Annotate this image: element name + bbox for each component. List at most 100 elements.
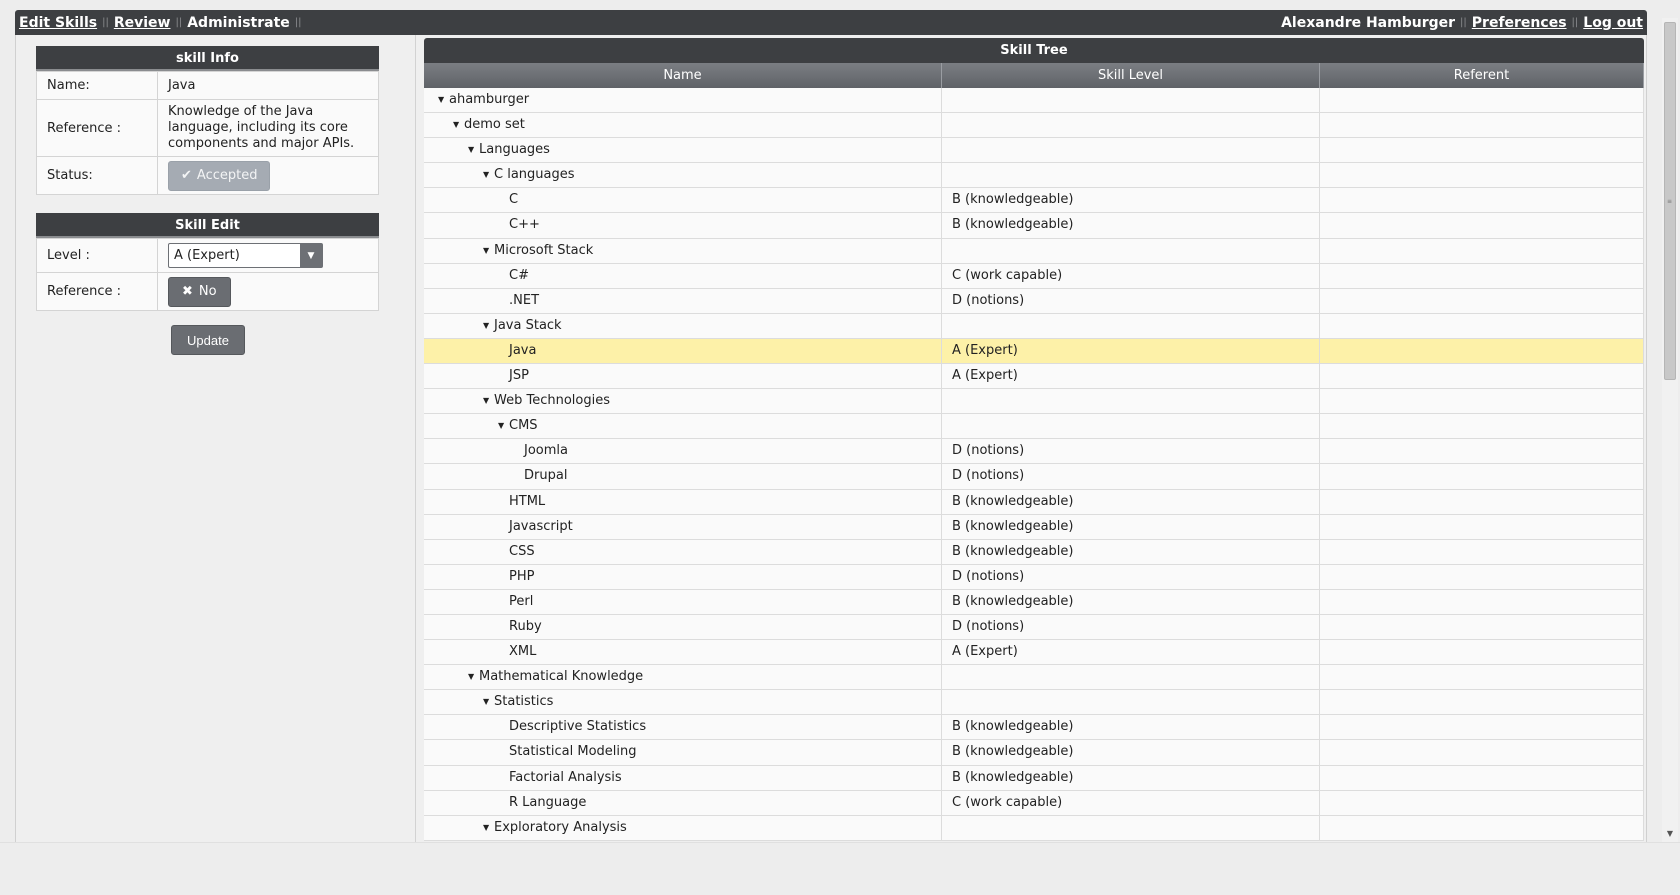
tree-node-label[interactable]: Joomla <box>524 443 568 458</box>
logout-link[interactable]: Log out <box>1583 15 1643 31</box>
tree-cell-name: Joomla <box>424 439 942 464</box>
top-navigation-bar: Edit Skills || Review || Administrate ||… <box>15 10 1647 35</box>
tree-row[interactable]: JSP A (Expert) <box>424 364 1644 390</box>
tree-row[interactable]: ▼ Java Stack <box>424 313 1644 339</box>
preferences-link[interactable]: Preferences <box>1472 15 1567 31</box>
tree-node-label[interactable]: Ruby <box>509 619 542 634</box>
tree-node-label[interactable]: R Language <box>509 795 586 810</box>
triangle-down-icon[interactable]: ▼ <box>498 414 509 438</box>
column-header-skill-level[interactable]: Skill Level <box>942 63 1320 88</box>
column-header-referent[interactable]: Referent <box>1320 63 1644 88</box>
tree-node-label[interactable]: CSS <box>509 544 535 559</box>
nav-edit-skills[interactable]: Edit Skills <box>19 15 97 31</box>
tree-row[interactable]: .NET D (notions) <box>424 288 1644 314</box>
tree-row[interactable]: ▼ Mathematical Knowledge <box>424 665 1644 691</box>
column-header-name[interactable]: Name <box>424 63 942 88</box>
reference-toggle-button[interactable]: ✖ No <box>168 276 231 307</box>
tree-cell-name: ▼ Statistics <box>424 690 942 715</box>
tree-row[interactable]: ▼ Languages <box>424 138 1644 164</box>
tree-row[interactable]: C++ B (knowledgeable) <box>424 213 1644 239</box>
tree-cell-referent <box>1320 815 1644 840</box>
nav-review[interactable]: Review <box>114 15 171 31</box>
tree-node-label[interactable]: CMS <box>509 418 538 433</box>
tree-node-label[interactable]: C++ <box>509 217 540 232</box>
tree-row[interactable]: ▼ Statistics <box>424 690 1644 716</box>
chevron-down-icon[interactable]: ▼ <box>300 244 322 267</box>
tree-node-label[interactable]: Exploratory Analysis <box>494 820 627 835</box>
tree-node-label[interactable]: demo set <box>464 117 525 132</box>
tree-node-label[interactable]: Javascript <box>509 519 573 534</box>
tree-node-label[interactable]: Statistics <box>494 694 553 709</box>
triangle-down-icon[interactable]: ▼ <box>483 163 494 187</box>
tree-row[interactable]: C B (knowledgeable) <box>424 188 1644 214</box>
tree-row[interactable]: ▼ demo set <box>424 113 1644 139</box>
tree-row[interactable]: R Language C (work capable) <box>424 790 1644 816</box>
triangle-down-icon[interactable]: ▼ <box>483 816 494 840</box>
tree-row[interactable]: Javascript B (knowledgeable) <box>424 514 1644 540</box>
tree-row[interactable]: CSS B (knowledgeable) <box>424 539 1644 565</box>
tree-row[interactable]: HTML B (knowledgeable) <box>424 489 1644 515</box>
tree-cell-skill-level <box>942 665 1320 690</box>
tree-node-label[interactable]: Mathematical Knowledge <box>479 669 643 684</box>
tree-row[interactable]: ▼ Microsoft Stack <box>424 238 1644 264</box>
tree-node-label[interactable]: Microsoft Stack <box>494 243 593 258</box>
tree-node-label[interactable]: HTML <box>509 494 545 509</box>
tree-cell-referent <box>1320 113 1644 138</box>
tree-row[interactable]: Descriptive Statistics B (knowledgeable) <box>424 715 1644 741</box>
triangle-down-icon[interactable]: ▼ <box>468 138 479 162</box>
tree-cell-name: ▼ CMS <box>424 414 942 439</box>
tree-node-label[interactable]: Languages <box>479 142 550 157</box>
tree-cell-skill-level <box>942 88 1320 113</box>
tree-row[interactable]: Perl B (knowledgeable) <box>424 589 1644 615</box>
tree-row[interactable]: Statistical Modeling B (knowledgeable) <box>424 740 1644 766</box>
tree-row[interactable]: ▼ CMS <box>424 414 1644 440</box>
tree-row[interactable]: ▼ C languages <box>424 163 1644 189</box>
scroll-down-icon[interactable]: ▼ <box>1662 826 1678 842</box>
level-select[interactable]: A (Expert) ▼ <box>168 243 323 268</box>
tree-node-label[interactable]: ahamburger <box>449 92 529 107</box>
tree-node-label[interactable]: .NET <box>509 293 539 308</box>
tree-row[interactable]: PHP D (notions) <box>424 564 1644 590</box>
triangle-down-icon[interactable]: ▼ <box>483 389 494 413</box>
triangle-down-icon[interactable]: ▼ <box>468 665 479 689</box>
tree-node-label[interactable]: C <box>509 192 518 207</box>
tree-node-label[interactable]: Statistical Modeling <box>509 744 637 759</box>
triangle-down-icon[interactable]: ▼ <box>483 690 494 714</box>
tree-cell-name: CSS <box>424 539 942 564</box>
tree-row[interactable]: Joomla D (notions) <box>424 439 1644 465</box>
tree-cell-name: ▼ Java Stack <box>424 313 942 338</box>
tree-node-label[interactable]: Descriptive Statistics <box>509 719 646 734</box>
triangle-down-icon[interactable]: ▼ <box>453 113 464 137</box>
tree-cell-name: ▼ Microsoft Stack <box>424 238 942 263</box>
tree-cell-name: ▼ Exploratory Analysis <box>424 815 942 840</box>
tree-row[interactable]: XML A (Expert) <box>424 640 1644 666</box>
triangle-down-icon[interactable]: ▼ <box>483 314 494 338</box>
tree-row[interactable]: Java A (Expert) <box>424 338 1644 365</box>
tree-cell-name: XML <box>424 640 942 665</box>
tree-node-label[interactable]: XML <box>509 644 536 659</box>
triangle-down-icon[interactable]: ▼ <box>483 239 494 263</box>
tree-node-label[interactable]: Perl <box>509 594 533 609</box>
tree-row[interactable]: ▼ Web Technologies <box>424 389 1644 415</box>
tree-row[interactable]: Drupal D (notions) <box>424 464 1644 490</box>
status-accepted-button[interactable]: ✔ Accepted <box>168 160 271 191</box>
tree-row[interactable]: C# C (work capable) <box>424 263 1644 289</box>
tree-node-label[interactable]: Web Technologies <box>494 393 610 408</box>
page-scrollbar[interactable]: ▲ ≡ ▼ <box>1662 18 1678 842</box>
tree-node-label[interactable]: PHP <box>509 569 534 584</box>
tree-node-label[interactable]: Factorial Analysis <box>509 770 622 785</box>
tree-cell-referent <box>1320 238 1644 263</box>
tree-node-label[interactable]: C languages <box>494 167 575 182</box>
nav-administrate[interactable]: Administrate <box>187 15 290 31</box>
tree-node-label[interactable]: JSP <box>509 368 529 383</box>
tree-row[interactable]: ▼ Exploratory Analysis <box>424 815 1644 841</box>
update-button[interactable]: Update <box>171 325 245 355</box>
tree-node-label[interactable]: Drupal <box>524 468 567 483</box>
tree-node-label[interactable]: Java <box>509 343 536 358</box>
tree-row[interactable]: Factorial Analysis B (knowledgeable) <box>424 765 1644 791</box>
tree-node-label[interactable]: C# <box>509 268 529 283</box>
tree-row[interactable]: Ruby D (notions) <box>424 614 1644 641</box>
tree-row[interactable]: ▼ ahamburger <box>424 88 1644 114</box>
tree-node-label[interactable]: Java Stack <box>494 318 562 333</box>
triangle-down-icon[interactable]: ▼ <box>438 88 449 112</box>
